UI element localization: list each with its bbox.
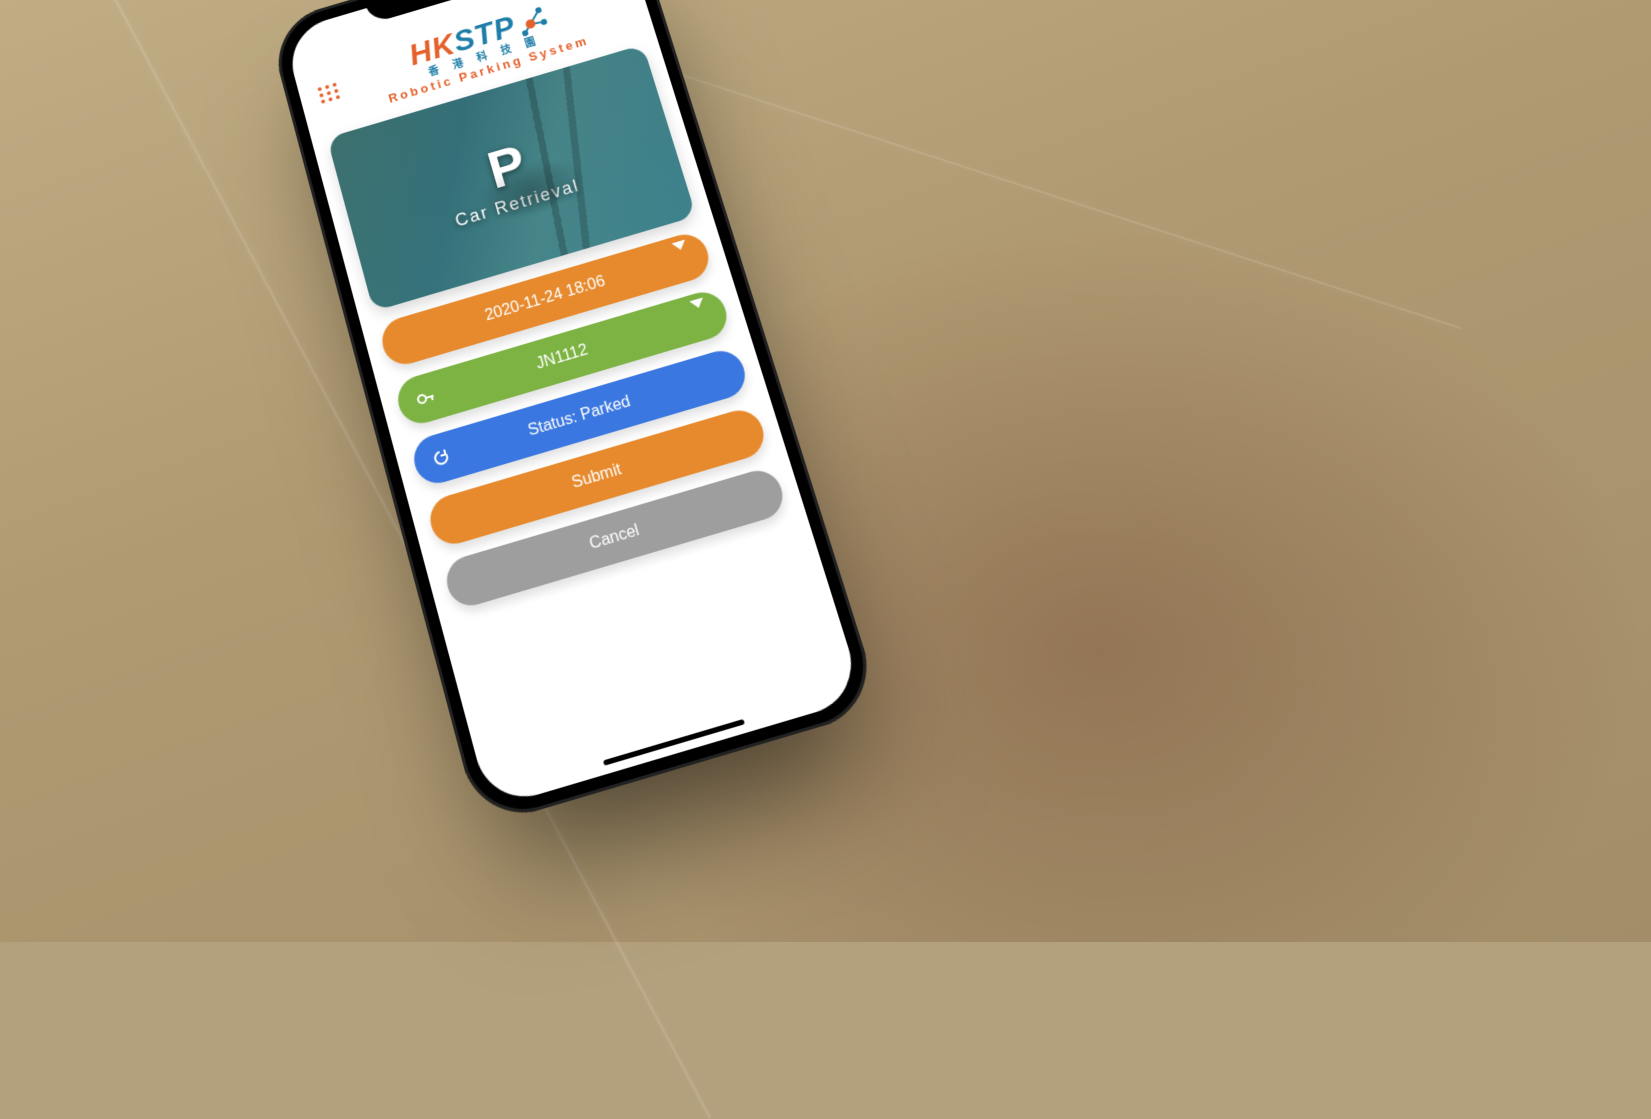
key-icon	[414, 386, 438, 411]
chevron-down-icon	[692, 306, 711, 327]
status-value: Status: Parked	[526, 393, 632, 440]
datetime-value: 2020-11-24 18:06	[483, 273, 607, 325]
hero-caption: Car Retrieval	[453, 175, 582, 231]
menu-icon[interactable]	[313, 82, 330, 108]
plate-value: JN1112	[534, 342, 590, 374]
chevron-down-icon	[674, 248, 693, 269]
cancel-label: Cancel	[588, 522, 642, 554]
refresh-icon	[430, 446, 452, 469]
photo-background	[0, 0, 1651, 942]
hero-p: P	[482, 136, 532, 197]
phone-stage: HK STP 香 港 科	[360, 0, 760, 770]
submit-label: Submit	[570, 461, 624, 493]
